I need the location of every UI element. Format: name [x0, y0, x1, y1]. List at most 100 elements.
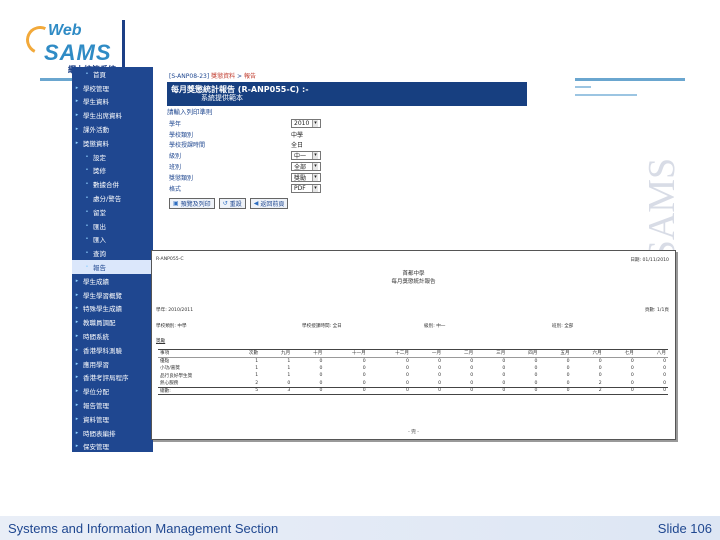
sidebar-item-label: 數據合併 [93, 181, 119, 190]
sidebar-menu: • 首頁 ▸ 學校管理 ▸ 學生資料 ▸ 學生出席資料 ▸ 課外活動 ▸ 獎懲資料 • 設定 • 獎修 • 數據合… [72, 67, 153, 452]
table-cell: 0 [319, 380, 323, 386]
sidebar-item[interactable]: ▸ 香港考評局程序 [72, 371, 153, 385]
sidebar-item-label: 教職員調配 [83, 319, 116, 328]
sidebar-item-label: 應用學習 [83, 360, 109, 369]
table-cell: 0 [470, 365, 474, 371]
dropdown-arrow-icon[interactable]: ▾ [312, 184, 318, 192]
table-row: 品行良好學生獎 1 1 0 0 0 0 0 0 0 0 0 0 0 [158, 372, 668, 380]
bullet-icon: • [85, 181, 89, 188]
bullet-icon: • [85, 70, 89, 77]
field-select[interactable]: PDF ▾ [291, 183, 321, 193]
dropdown-arrow-icon[interactable]: ▾ [312, 119, 318, 127]
sidebar-item[interactable]: ▸ 資料管理 [72, 412, 153, 426]
sidebar-item[interactable]: ▸ 課外活動 [72, 122, 153, 136]
sidebar-item[interactable]: ▸ 報告管理 [72, 398, 153, 412]
page-title-bar: 每月獎懲統計報告 (R-ANP055-C) :- 系統提供範本 [167, 82, 527, 106]
report-criteria-form: [S-ANP08-23] 獎懲資料 > 報告 每月獎懲統計報告 (R-ANP05… [153, 72, 575, 240]
table-cell: 七月 [603, 349, 636, 358]
expand-arrow-icon: ▸ [75, 291, 79, 298]
dropdown-arrow-icon[interactable]: ▾ [312, 152, 318, 160]
sidebar-item[interactable]: • 設定 [72, 150, 153, 164]
expand-arrow-icon: ▸ [75, 374, 79, 381]
table-cell: 0 [534, 380, 538, 386]
sidebar-item[interactable]: ▸ 學校管理 [72, 81, 153, 95]
sidebar-item[interactable]: • 獎修 [72, 164, 153, 178]
back-button[interactable]: ◀ 返回前頁 [249, 197, 289, 209]
table-cell: 1 [287, 358, 291, 364]
sidebar-item[interactable]: ▸ 學位分配 [72, 384, 153, 398]
breadcrumb: [S-ANP08-23] 獎懲資料 > 報告 [153, 72, 575, 82]
form-row: 獎懲類別 獎勵 ▾ [169, 172, 575, 183]
select-value: 2010 [294, 119, 310, 127]
dropdown-arrow-icon[interactable]: ▾ [312, 173, 318, 181]
table-cell: 1 [287, 365, 291, 371]
sidebar-item[interactable]: • 處分/警告 [72, 191, 153, 205]
sidebar-item-label: 設定 [93, 153, 106, 162]
expand-arrow-icon: ▸ [75, 305, 79, 312]
sidebar-item[interactable]: ▸ 學生資料 [72, 95, 153, 109]
table-cell: 六月 [571, 349, 604, 358]
bullet-icon: • [85, 250, 89, 257]
sidebar-item[interactable]: ▸ 應用學習 [72, 357, 153, 371]
field-label: 學年 [169, 120, 182, 128]
table-cell: 0 [598, 365, 602, 371]
report-preview: R-ANP055-C 日期: 01/11/2010 首都中學 每月獎懲統計報告 … [151, 250, 676, 440]
bullet-icon: • [85, 153, 89, 160]
table-cell: 0 [406, 373, 409, 379]
field-value: 中學 [291, 131, 304, 139]
field-select[interactable]: 2010 ▾ [291, 118, 321, 128]
table-cell: 0 [566, 358, 570, 364]
table-cell: 三月 [475, 349, 508, 358]
sidebar-item[interactable]: • 匯入 [72, 233, 153, 247]
field-label: 獎懲類別 [169, 174, 194, 182]
sidebar-item[interactable]: • 查詢 [72, 246, 153, 260]
preview-print-button[interactable]: ▣ 預覽及列印 [169, 197, 215, 209]
bullet-icon: • [85, 208, 89, 215]
table-row: 優點 1 1 0 0 0 0 0 0 0 0 0 0 0 [158, 357, 668, 365]
reset-button[interactable]: ↺ 重設 [218, 197, 246, 209]
sidebar-item[interactable]: • 數據合併 [72, 177, 153, 191]
sidebar-item[interactable]: ▸ 獎懲資料 [72, 136, 153, 150]
table-cell: 0 [362, 365, 366, 371]
dropdown-arrow-icon[interactable]: ▾ [312, 163, 318, 171]
table-row: 熱心服務 2 0 0 0 0 0 0 0 0 0 2 0 0 [158, 380, 668, 388]
sidebar-item[interactable]: • 首頁 [72, 67, 153, 81]
sidebar-item[interactable]: • 匯出 [72, 219, 153, 233]
report-title: 每月獎懲統計報告 [391, 279, 436, 285]
expand-arrow-icon: ▸ [75, 415, 79, 422]
footer-section-name: Systems and Information Management Secti… [8, 520, 279, 536]
sidebar-item[interactable]: ▸ 香港學科測驗 [72, 343, 153, 357]
breadcrumb-code: [S-ANP08-23] [169, 73, 210, 80]
sidebar-item[interactable]: ▸ 學生出席資料 [72, 108, 153, 122]
sidebar-item-label: 獎修 [93, 167, 106, 176]
sidebar-item[interactable]: ▸ 時間表編排 [72, 426, 153, 440]
table-cell: 十月 [292, 349, 325, 358]
sidebar-item-label: 時間系統 [83, 333, 109, 342]
breadcrumb-section-link[interactable]: 獎懲資料 [211, 73, 235, 80]
expand-arrow-icon: ▸ [75, 388, 79, 395]
sidebar-item-label: 學位分配 [83, 388, 109, 397]
slide-footer: Systems and Information Management Secti… [0, 516, 720, 540]
form-row: 學年 2010 ▾ [169, 118, 575, 129]
sidebar-item[interactable]: • 留堂 [72, 205, 153, 219]
table-cell: 0 [502, 373, 506, 379]
sidebar-item[interactable]: ▸ 時間系統 [72, 329, 153, 343]
table-cell: 0 [438, 380, 442, 386]
field-select[interactable]: 中一 ▾ [291, 151, 321, 161]
sidebar-item-label: 保安管理 [83, 443, 109, 452]
sidebar-item[interactable]: ▸ 學生成績 [72, 274, 153, 288]
sidebar-item[interactable]: ▸ 保安管理 [72, 440, 153, 452]
table-cell: 0 [598, 373, 602, 379]
table-cell: 0 [406, 358, 409, 364]
sidebar-item[interactable]: • 報告 [72, 260, 153, 274]
sidebar-item[interactable]: ▸ 教職員調配 [72, 315, 153, 329]
table-cell: 0 [630, 373, 634, 379]
field-select[interactable]: 獎勵 ▾ [291, 172, 321, 182]
table-cell: 1 [255, 365, 259, 371]
sidebar-item[interactable]: ▸ 特殊學生成績 [72, 302, 153, 316]
button-label: 重設 [229, 200, 242, 208]
sidebar-item-label: 香港考評局程序 [83, 374, 129, 383]
sidebar-item[interactable]: ▸ 學生學習概覽 [72, 288, 153, 302]
expand-arrow-icon: ▸ [75, 112, 79, 119]
field-select[interactable]: 全部 ▾ [291, 162, 321, 172]
